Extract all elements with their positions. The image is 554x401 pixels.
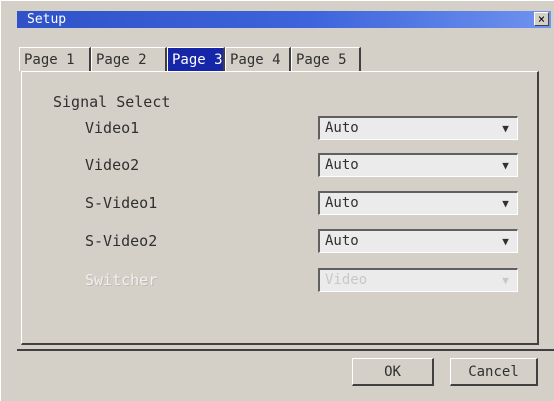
svideo1-select[interactable]: Auto ▼ — [318, 191, 518, 215]
svideo2-select[interactable]: Auto ▼ — [318, 229, 518, 253]
signal-select-heading: Signal Select — [53, 93, 171, 111]
svideo2-value: Auto — [325, 233, 359, 249]
close-icon: × — [537, 12, 546, 26]
tab-page-3[interactable]: Page 3 — [167, 47, 225, 71]
svideo1-label: S-Video1 — [85, 194, 158, 212]
cancel-button[interactable]: Cancel — [450, 358, 538, 386]
dropdown-arrow-icon[interactable]: ▼ — [497, 195, 514, 212]
svideo1-value: Auto — [325, 195, 359, 211]
title-bar[interactable]: Setup × — [17, 11, 551, 28]
switcher-select: Video ▼ — [318, 268, 518, 292]
video1-label: Video1 — [85, 119, 140, 137]
dropdown-arrow-icon[interactable]: ▼ — [497, 120, 514, 137]
tab-page-2[interactable]: Page 2 — [91, 47, 167, 71]
video2-value: Auto — [325, 157, 359, 173]
video2-select[interactable]: Auto ▼ — [318, 153, 518, 177]
switcher-value: Video — [325, 272, 368, 288]
tab-page-4[interactable]: Page 4 — [225, 47, 291, 71]
video1-value: Auto — [325, 120, 359, 136]
switcher-label: Switcher — [85, 271, 158, 289]
video2-label: Video2 — [85, 156, 140, 174]
close-button[interactable]: × — [534, 12, 549, 26]
dropdown-arrow-icon[interactable]: ▼ — [497, 157, 514, 174]
tab-page-5[interactable]: Page 5 — [291, 47, 361, 71]
window-title: Setup — [27, 12, 67, 27]
svideo2-label: S-Video2 — [85, 232, 158, 250]
footer-divider — [17, 349, 554, 351]
setup-dialog: Setup × Page 1 Page 2 Page 3 Page 4 Page… — [0, 0, 554, 401]
tab-page-1[interactable]: Page 1 — [19, 47, 91, 71]
dropdown-arrow-icon[interactable]: ▼ — [497, 233, 514, 250]
video1-select[interactable]: Auto ▼ — [318, 116, 518, 140]
ok-button[interactable]: OK — [352, 358, 434, 386]
dropdown-arrow-icon: ▼ — [502, 274, 509, 287]
